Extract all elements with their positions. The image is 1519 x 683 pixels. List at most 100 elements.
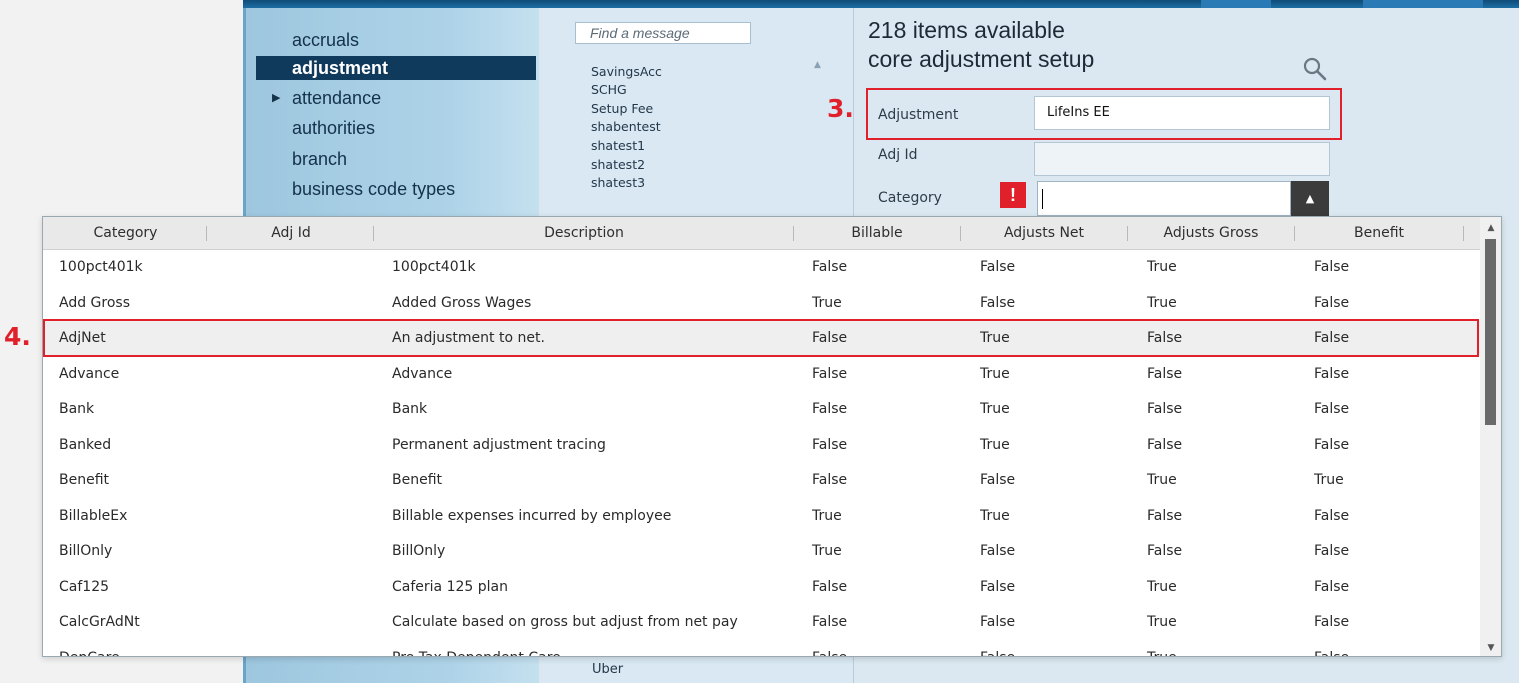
scroll-down-arrow-icon[interactable]: ▼ (1480, 643, 1501, 653)
table-row[interactable]: Advance Advance False True False False (43, 357, 1480, 392)
column-header-adjusts-net[interactable]: Adjusts Net (961, 217, 1127, 249)
cell-billable: False (812, 365, 848, 382)
message-item[interactable]: Uber (592, 662, 623, 677)
nav-item-adjustment[interactable]: adjustment (256, 56, 536, 80)
cell-adjusts-gross: True (1147, 294, 1177, 311)
nav-item-authorities[interactable]: authorities (256, 116, 536, 140)
scrollbar-thumb[interactable] (1485, 239, 1496, 425)
find-message-input[interactable]: Find a message (575, 22, 751, 44)
step-4-marker: 4. (4, 322, 31, 351)
nav-item-branch[interactable]: branch (256, 147, 536, 171)
column-header-adjusts-gross[interactable]: Adjusts Gross (1128, 217, 1294, 249)
table-row[interactable]: BillOnly BillOnly True False False False (43, 534, 1480, 569)
cell-adjusts-gross: True (1147, 472, 1177, 488)
cell-category: 100pct401k (59, 259, 143, 275)
message-item[interactable]: shatest1 (591, 138, 645, 153)
cell-adjusts-gross: False (1147, 401, 1183, 417)
items-available-count: 218 items available (868, 17, 1065, 43)
table-row[interactable]: BillableEx Billable expenses incurred by … (43, 499, 1480, 534)
cell-description: Added Gross Wages (392, 294, 532, 311)
nav-item-accruals[interactable]: accruals (256, 28, 536, 52)
expand-arrow-icon[interactable]: ▶ (272, 86, 280, 110)
message-item[interactable]: Setup Fee (591, 101, 653, 116)
column-header-description[interactable]: Description (374, 217, 794, 249)
nav-item-attendance[interactable]: ▶ attendance (256, 86, 536, 110)
nav-item-label: business code types (292, 179, 456, 199)
nav-item-business-code-types[interactable]: business code types (256, 177, 536, 201)
cell-description: BillOnly (392, 543, 446, 559)
cell-description: Bank (392, 401, 428, 417)
cell-adjusts-gross: True (1147, 641, 1177, 657)
cell-benefit: False (1314, 294, 1350, 311)
text-cursor (1042, 189, 1043, 209)
table-row[interactable]: DepCare Pre Tax Dependent Care False False T… (43, 641, 1480, 657)
message-item[interactable]: shabentest (591, 119, 661, 134)
cell-description: Caferia 125 plan (392, 578, 508, 595)
message-item[interactable]: SCHG (591, 82, 627, 97)
cell-billable: False (812, 259, 848, 275)
table-row[interactable]: Bank Bank False True False False (43, 392, 1480, 427)
cell-billable: False (812, 472, 848, 488)
header-tab-2[interactable] (1363, 0, 1483, 8)
column-header-adj-id[interactable]: Adj Id (208, 217, 374, 249)
cell-benefit: False (1314, 614, 1350, 630)
column-divider[interactable] (206, 226, 207, 241)
table-header: Category Adj Id Description Billable Adj… (43, 217, 1480, 250)
scroll-up-arrow-icon[interactable]: ▲ (1480, 223, 1501, 233)
table-row[interactable]: Banked Permanent adjustment tracing False T… (43, 428, 1480, 463)
category-dropdown-list: Category Adj Id Description Billable Adj… (42, 216, 1502, 657)
cell-adjusts-net: True (980, 507, 1010, 524)
nav-item-label: adjustment (292, 58, 389, 78)
table-row[interactable]: Caf125 Caferia 125 plan False False True Fals… (43, 570, 1480, 605)
cell-category: BillOnly (59, 543, 113, 559)
table-row[interactable]: CalcGrAdNt Calculate based on gross but a… (43, 605, 1480, 640)
step-3-marker: 3. (827, 94, 854, 123)
adjustment-label: Adjustment (878, 107, 959, 123)
adj-id-input[interactable] (1034, 142, 1330, 176)
column-header-billable[interactable]: Billable (794, 217, 960, 249)
nav-item-label: attendance (292, 88, 382, 108)
message-item[interactable]: shatest2 (591, 157, 645, 172)
column-divider[interactable] (1463, 226, 1464, 241)
cell-adjusts-net: True (980, 401, 1010, 417)
cell-category: Benefit (59, 472, 110, 488)
cell-adjusts-gross: False (1147, 436, 1183, 453)
vertical-scrollbar[interactable]: ▲ ▼ (1480, 217, 1501, 656)
cell-description: Advance (392, 365, 453, 382)
adjustment-input[interactable]: LifeIns EE (1034, 96, 1330, 130)
cell-benefit: False (1314, 543, 1350, 559)
cell-adjusts-gross: False (1147, 507, 1183, 524)
cell-adjusts-gross: True (1147, 578, 1177, 595)
cell-adjusts-gross: False (1147, 365, 1183, 382)
search-icon[interactable] (1302, 56, 1328, 82)
cell-benefit: False (1314, 436, 1350, 453)
message-item[interactable]: shatest3 (591, 175, 645, 190)
cell-category: Add Gross (59, 294, 131, 311)
cell-benefit: False (1314, 259, 1350, 275)
header-tab-1[interactable] (1201, 0, 1271, 8)
cell-adjusts-net: True (980, 436, 1010, 453)
cell-category: Advance (59, 365, 120, 382)
cell-adjusts-net: False (980, 472, 1016, 488)
nav-item-label: authorities (292, 118, 376, 138)
cell-benefit: False (1314, 365, 1350, 382)
cell-benefit: False (1314, 507, 1350, 524)
cell-description: Billable expenses incurred by employee (392, 507, 672, 524)
category-combobox[interactable] (1037, 181, 1291, 216)
table-row[interactable]: Benefit Benefit False False True True (43, 463, 1480, 498)
cell-category: Bank (59, 401, 95, 417)
table-row[interactable]: Add Gross Added Gross Wages True False True F… (43, 286, 1480, 321)
validation-warning-icon: ! (1000, 182, 1026, 208)
category-dropdown-button[interactable]: ▲ (1291, 181, 1329, 216)
cell-adjusts-net: False (980, 578, 1016, 595)
cell-adjusts-gross: False (1147, 543, 1183, 559)
nav-item-label: branch (292, 149, 348, 169)
cell-billable: True (812, 294, 842, 311)
column-header-category[interactable]: Category (43, 217, 208, 249)
column-header-benefit[interactable]: Benefit (1295, 217, 1463, 249)
scroll-up-icon[interactable]: ▲ (814, 60, 821, 70)
cell-benefit: False (1314, 578, 1350, 595)
table-row[interactable]: 100pct401k 100pct401k False False True False (43, 250, 1480, 285)
cell-adjusts-net: False (980, 641, 1015, 657)
message-item[interactable]: SavingsAcc (591, 64, 662, 79)
